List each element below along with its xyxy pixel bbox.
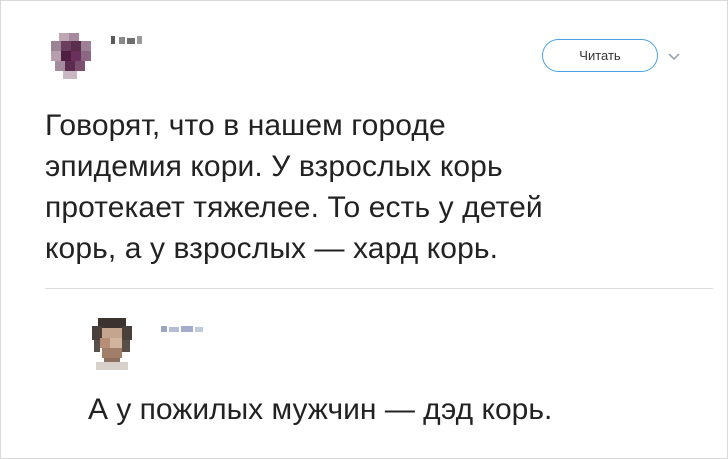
reply-author-name[interactable]: [161, 321, 221, 332]
tweet-card: Читать Говорят, что в нашем городе эпиде…: [0, 0, 728, 459]
tweet-line: эпидемия кори. У взрослых корь: [45, 150, 503, 183]
blurred-name-image: [111, 36, 142, 44]
follow-button-label: Читать: [579, 48, 621, 63]
tweet-text: Говорят, что в нашем городе эпидемия кор…: [45, 105, 695, 269]
chevron-down-icon[interactable]: [667, 49, 681, 61]
chevron-shape: [668, 53, 680, 61]
follow-button[interactable]: Читать: [542, 39, 658, 72]
author-avatar[interactable]: [45, 29, 97, 81]
divider: [45, 288, 713, 289]
reply-author-avatar[interactable]: [90, 318, 134, 370]
avatar-image: [51, 33, 91, 79]
author-name[interactable]: [111, 33, 171, 45]
tweet-line: протекает тяжелее. То есть у детей: [45, 191, 543, 224]
blurred-name-image: [161, 326, 203, 332]
reply-text: А у пожилых мужчин — дэд корь.: [88, 393, 553, 426]
avatar-image: [92, 318, 132, 370]
tweet-line: Говорят, что в нашем городе: [45, 109, 446, 142]
tweet-line: корь, а у взрослых — хард корь.: [45, 232, 499, 265]
